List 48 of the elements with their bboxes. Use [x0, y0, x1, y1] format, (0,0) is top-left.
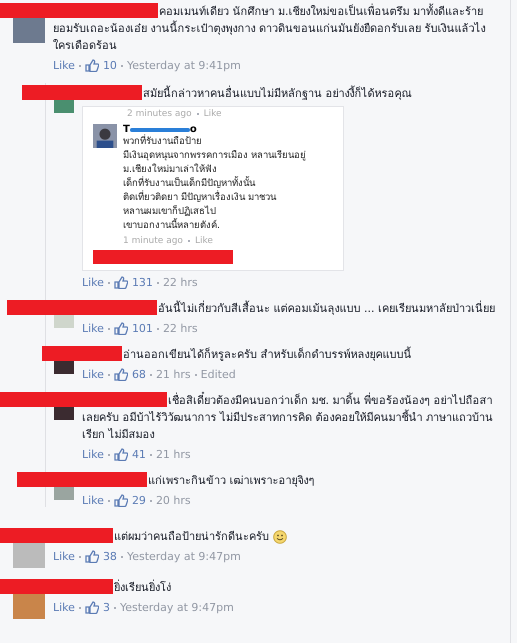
- comment-time: Yesterday at 9:41pm: [126, 59, 241, 72]
- like-link[interactable]: Like: [53, 601, 75, 614]
- like-count: 38: [102, 550, 117, 563]
- like-link[interactable]: Like: [82, 322, 104, 335]
- like-count: 131: [132, 276, 153, 289]
- like-link[interactable]: Like: [82, 276, 104, 289]
- thumbs-up-icon: [114, 494, 128, 507]
- comment-time: 22 hrs: [162, 276, 198, 289]
- scribble-mark: [130, 128, 190, 132]
- thumbs-up-icon: [84, 59, 99, 72]
- like-count: 29: [132, 494, 146, 507]
- post-text: พวกที่รับงานถือป้าย มีเงินอุดหนุนจากพรรคการเมือง หลานเรียนอยู่ ม.เชียงใหม่มาเล่าให้ฟัง เด็กที่รับงานเป็นเด็กมีปัญหาทั้งนั้น ติดเที่ยวติดยา มีปัญหาเรื่องเงิน มาชวน หลานผมเขาก็ปฏิเสธไป เขาบอกงานนี้หลายตังค์.: [123, 135, 306, 233]
- reply-text: เชื่อสิเดี๋ยวต้องมีคนบอกว่าเด็ก มช. มาดิ้น พี่ขอร้องน้องๆ อย่าไปถือสาเลยครับ อมีบ้าไร้วิวัฒนาการ ไม่มีประสาทการคิด ต้องคอยให้มีคนมาชี้นำ ภาษาแถวบ้านเรียก ไม่มีสมอง: [82, 392, 502, 443]
- smiley-icon: [273, 530, 287, 544]
- comment-time: Yesterday at 9:47pm: [120, 601, 234, 614]
- comment-time: 21 hrs: [156, 368, 191, 381]
- like-count: 101: [132, 322, 153, 335]
- author-name: o: [190, 124, 197, 135]
- comment-time: 21 hrs: [156, 448, 191, 461]
- like-link[interactable]: Like: [53, 59, 75, 72]
- comment-text: แต่ผมว่าคนถือป้ายน่ารักดีนะครับ: [53, 528, 502, 545]
- comment-time: 2 minutes ago: [127, 109, 192, 119]
- thumbs-up-icon: [114, 368, 128, 381]
- like-link[interactable]: Like: [82, 448, 104, 461]
- comment-time: 20 hrs: [156, 494, 191, 507]
- thumbs-up-icon: [114, 322, 128, 335]
- like-count: 41: [132, 448, 146, 461]
- reply-text: อ่านออกเขียนได้ก็หรูละครับ สำหรับเด็กดำบรรพ์หลงยุคแบบนี้: [82, 346, 502, 363]
- author-name: T: [123, 124, 130, 135]
- like-link[interactable]: Like: [82, 494, 104, 507]
- comment-time: 1 minute ago: [123, 236, 183, 246]
- thumbs-up-icon: [114, 448, 128, 461]
- edited-label: Edited: [200, 368, 236, 381]
- like-count: 3: [102, 601, 110, 614]
- like-link[interactable]: Like: [82, 368, 104, 381]
- like-count: 68: [132, 368, 146, 381]
- like-link[interactable]: Like: [53, 550, 75, 563]
- reply-text: สมัยนี้กล่าวหาคนอื่นแบบไม่มีหลักฐาน อย่างงี้ก็ได้หรอคุณ: [82, 85, 502, 102]
- comment-text: ยิ่งเรียนยิ่งโง่: [53, 579, 502, 596]
- like-count: 10: [102, 59, 117, 72]
- thumbs-up-icon: [84, 601, 99, 614]
- comment-text: คอมเมนท์เดียว นักศึกษา ม.เชียงใหม่ขอเป็นเพื่อนตรึม มาทั้งดีและร้าย ยอมรับเถอะน้องเอ๋ย งานนี้กระเป๋าตุงพุงกาง ดาวดินขอนแก่นมันยังยืดอกรับเลย รับเงินแล้วไงใครเดือดร้อน: [53, 3, 502, 54]
- comment-time: 22 hrs: [162, 322, 198, 335]
- thumbs-up-icon: [114, 276, 128, 289]
- reply-text: อันนี้ไม่เกี่ยวกับสีเสื้อนะ แต่คอมเม้นลุงแบบ ... เคยเรียนมหาลัยป่าวเนี่ยย: [82, 300, 502, 317]
- comment-time: Yesterday at 9:47pm: [126, 550, 241, 563]
- thumbs-up-icon: [84, 550, 99, 563]
- reply-text: แก่เพราะกินข้าว เฒ่าเพราะอายุจิงๆ: [82, 472, 502, 489]
